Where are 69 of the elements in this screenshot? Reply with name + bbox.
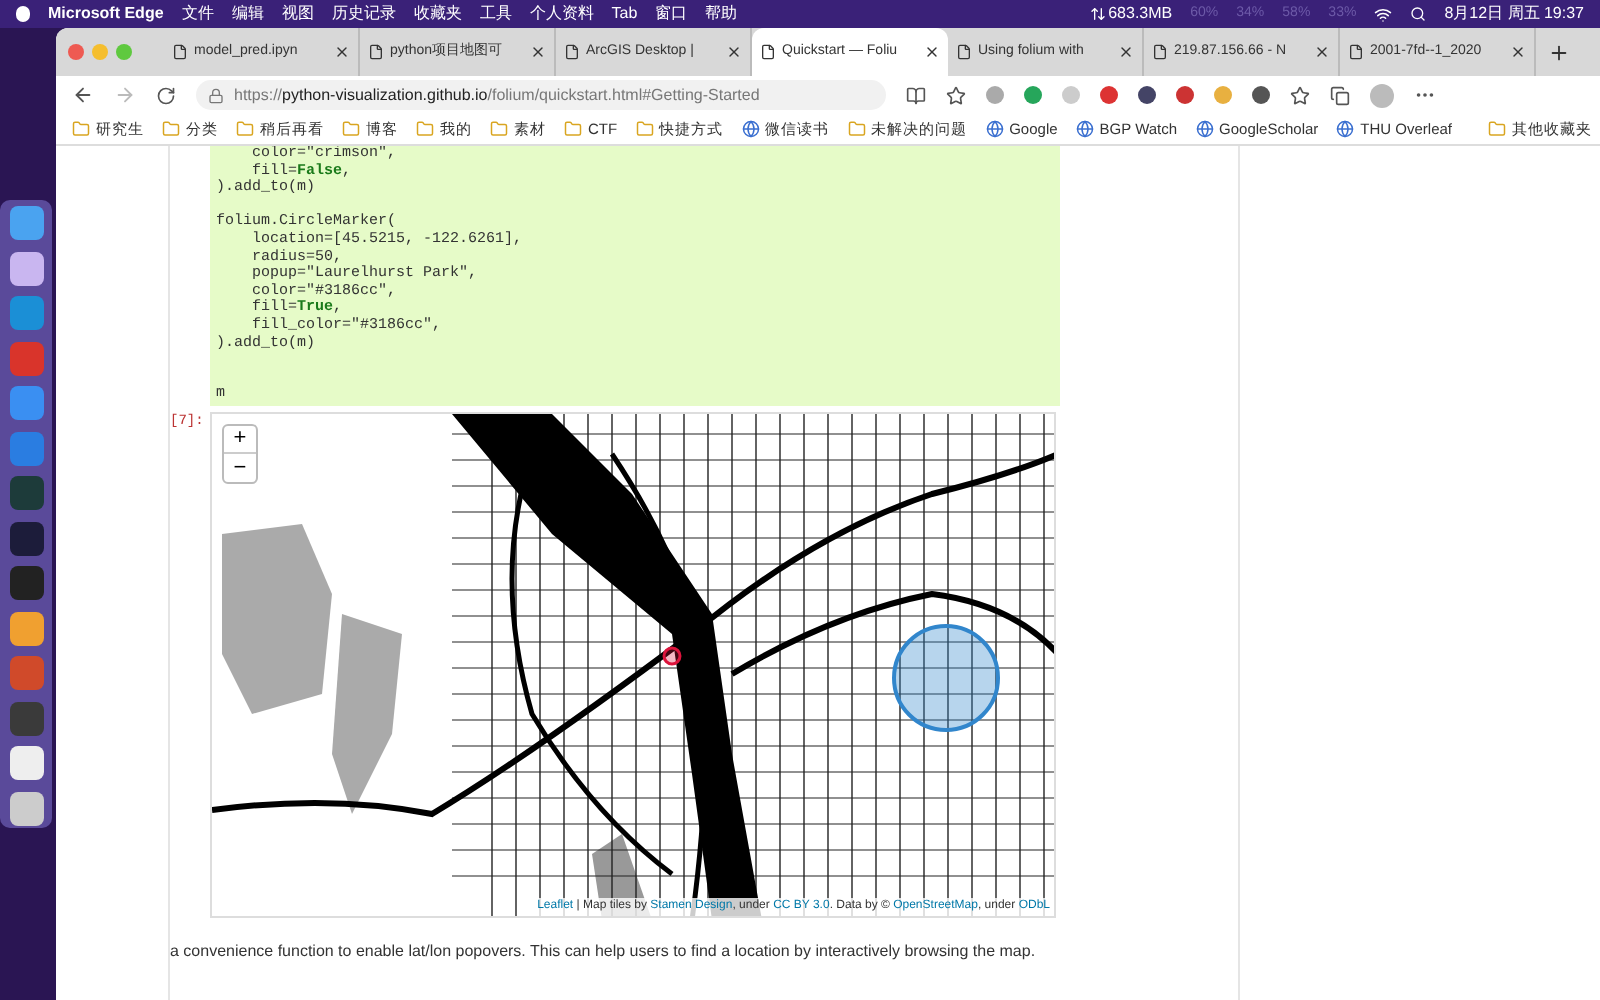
menu-app-name[interactable]: Microsoft Edge	[48, 2, 164, 26]
menu-item[interactable]: 工具	[479, 2, 512, 26]
network-icon	[1090, 6, 1107, 22]
site-icon	[1195, 120, 1214, 138]
lock-icon	[208, 87, 224, 103]
menu-item[interactable]: 历史记录	[331, 2, 396, 26]
extension-icon[interactable]	[1252, 86, 1270, 104]
circle-marker[interactable]	[892, 624, 1000, 732]
app-icon[interactable]	[9, 746, 43, 780]
folder-icon	[564, 120, 582, 138]
folder-icon	[236, 120, 254, 138]
new-tab-icon[interactable]	[1548, 41, 1570, 63]
menu-item[interactable]: 编辑	[231, 2, 264, 26]
menu-item[interactable]: 文件	[181, 2, 214, 26]
menu-item[interactable]: 帮助	[705, 2, 738, 26]
folder-icon	[847, 120, 866, 138]
collections-icon[interactable]	[1330, 85, 1350, 105]
back-icon[interactable]	[72, 84, 94, 106]
close-icon[interactable]	[726, 44, 742, 60]
menu-item[interactable]: 视图	[281, 2, 314, 26]
address-field[interactable]: https://python-visualization.github.io/folium/quickstart.html#Getting-Started	[196, 80, 886, 110]
app-icon[interactable]	[9, 611, 43, 645]
close-icon[interactable]	[1314, 44, 1330, 60]
menu-item[interactable]: 个人资料	[529, 2, 594, 26]
page-icon	[172, 44, 188, 60]
page-icon	[368, 44, 384, 60]
page-icon	[564, 44, 580, 60]
zoom-in-button[interactable]: +	[224, 426, 256, 454]
extension-icon[interactable]	[1138, 86, 1156, 104]
menu-item[interactable]: 窗口	[655, 2, 688, 26]
folder-icon	[635, 120, 654, 138]
site-icon	[741, 120, 760, 138]
menu-item[interactable]: Tab	[611, 2, 638, 26]
add-favorite-icon[interactable]	[946, 85, 966, 105]
page-icon	[1348, 44, 1364, 60]
folder-icon	[342, 120, 360, 138]
close-icon[interactable]	[334, 44, 350, 60]
app-icon[interactable]	[9, 791, 43, 825]
reload-icon[interactable]	[156, 85, 176, 105]
folder-icon	[490, 120, 508, 138]
url-text: https://python-visualization.github.io/folium/quickstart.html#Getting-Started	[234, 83, 760, 107]
page-icon	[760, 44, 776, 60]
page-icon	[956, 44, 972, 60]
page-icon	[1152, 44, 1168, 60]
menu-clock: 8月12日 周五 19:37	[1444, 2, 1584, 26]
close-icon[interactable]	[924, 44, 940, 60]
folder-icon	[416, 120, 434, 138]
network-speed: 683.3MB	[1108, 2, 1173, 26]
folder-icon	[162, 120, 180, 138]
site-icon	[985, 120, 1004, 138]
menu-item[interactable]: 收藏夹	[413, 2, 462, 26]
doc-paragraph: a convenience function to enable lat/lon popovers. This can help users to find a location by interactively browsing the map.	[170, 940, 1038, 964]
close-icon[interactable]	[530, 44, 546, 60]
close-icon[interactable]	[1510, 44, 1526, 60]
search-icon[interactable]	[1410, 6, 1427, 22]
circle-marker[interactable]	[662, 646, 682, 666]
folder-icon	[1488, 120, 1507, 138]
favorites-icon[interactable]	[1290, 85, 1310, 105]
extension-icon[interactable]	[1176, 86, 1194, 104]
folder-icon	[72, 120, 90, 138]
close-icon[interactable]	[1118, 44, 1134, 60]
extension-icon[interactable]	[1100, 86, 1118, 104]
app-icon[interactable]	[9, 251, 43, 285]
wifi-icon[interactable]	[1374, 5, 1393, 23]
reading-view-icon[interactable]	[906, 85, 926, 105]
site-icon	[1336, 120, 1355, 138]
zoom-out-button[interactable]: −	[224, 454, 256, 482]
site-icon	[1075, 120, 1094, 138]
app-icon[interactable]	[9, 206, 43, 240]
